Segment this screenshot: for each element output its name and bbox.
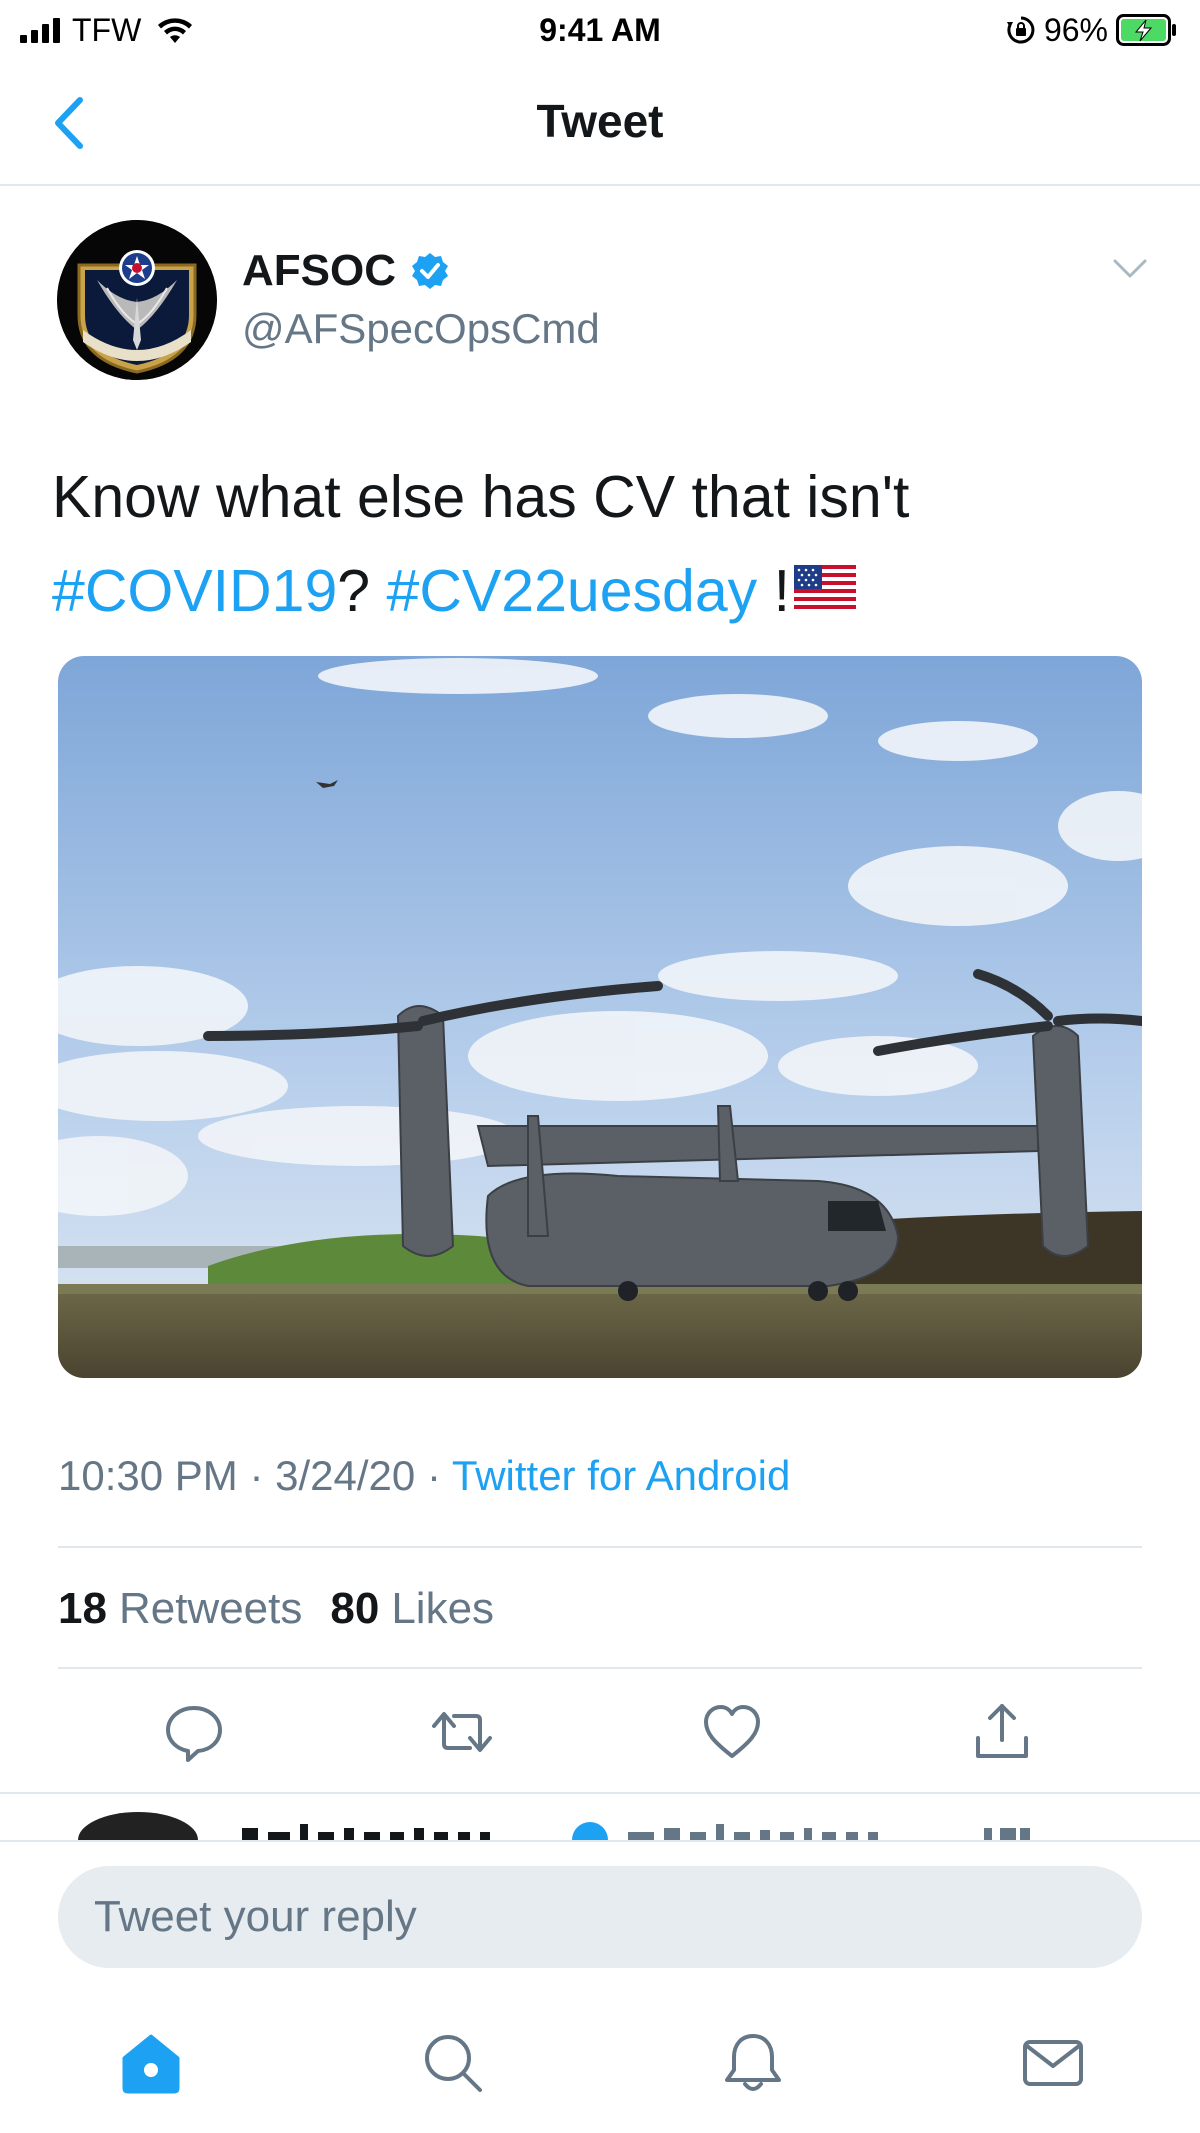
- verified-badge-icon: [412, 253, 448, 289]
- retweets-stat[interactable]: 18 Retweets: [58, 1584, 302, 1634]
- tweet-text-body: Know what else has CV that isn't: [52, 464, 910, 530]
- like-icon[interactable]: [700, 1700, 764, 1764]
- share-icon[interactable]: [970, 1700, 1034, 1764]
- us-flag-emoji: [794, 565, 856, 610]
- reply-icon[interactable]: [162, 1700, 226, 1764]
- nav-header: Tweet: [0, 62, 1200, 186]
- tweet-meta: 10:30 PM · 3/24/20 · Twitter for Android: [58, 1452, 790, 1500]
- tweet-date: 3/24/20: [275, 1452, 416, 1499]
- meta-dot: ·: [249, 1452, 264, 1499]
- tweet-media-image[interactable]: [58, 656, 1142, 1378]
- tweet-exclaim: !: [773, 558, 790, 624]
- messages-icon[interactable]: [1020, 2030, 1086, 2096]
- tweet-time: 10:30 PM: [58, 1452, 238, 1499]
- page-title: Tweet: [536, 95, 664, 147]
- likes-count: 80: [330, 1584, 380, 1633]
- avatar[interactable]: [57, 220, 217, 380]
- battery-icon: [1116, 14, 1176, 46]
- tweet-stats: 18 Retweets 80 Likes: [58, 1584, 494, 1634]
- retweets-count: 18: [58, 1584, 107, 1633]
- status-bar: TFW 9:41 AM 96%: [0, 0, 1200, 62]
- retweets-label: Retweets: [118, 1584, 303, 1633]
- divider: [58, 1667, 1142, 1669]
- divider: [0, 1840, 1200, 1842]
- search-icon[interactable]: [420, 2030, 486, 2096]
- author-name[interactable]: AFSOC: [242, 246, 450, 296]
- tweet-actions: [0, 1700, 1200, 1772]
- orientation-lock-icon: [1006, 16, 1035, 44]
- chevron-down-icon[interactable]: [1112, 256, 1148, 282]
- likes-label: Likes: [391, 1584, 495, 1633]
- source-link[interactable]: Twitter for Android: [452, 1452, 790, 1499]
- tweet-separator: ?: [337, 558, 371, 624]
- reply-input[interactable]: [58, 1866, 1142, 1968]
- home-icon[interactable]: [118, 2030, 184, 2096]
- hashtag-link-cv22uesday[interactable]: #CV22uesday: [387, 558, 758, 624]
- tab-bar: [0, 2000, 1200, 2133]
- reply-preview[interactable]: [0, 1794, 1200, 1840]
- meta-dot: ·: [426, 1452, 441, 1499]
- author-handle[interactable]: @AFSpecOpsCmd: [242, 305, 600, 353]
- author-name-text: AFSOC: [242, 246, 396, 295]
- battery-percent: 96%: [1043, 11, 1108, 48]
- notifications-icon[interactable]: [720, 2030, 786, 2096]
- retweet-icon[interactable]: [430, 1700, 494, 1764]
- divider: [58, 1546, 1142, 1548]
- likes-stat[interactable]: 80 Likes: [330, 1584, 494, 1634]
- hashtag-link-covid19[interactable]: #COVID19: [52, 558, 337, 624]
- tweet-text: Know what else has CV that isn't #COVID1…: [52, 450, 1152, 638]
